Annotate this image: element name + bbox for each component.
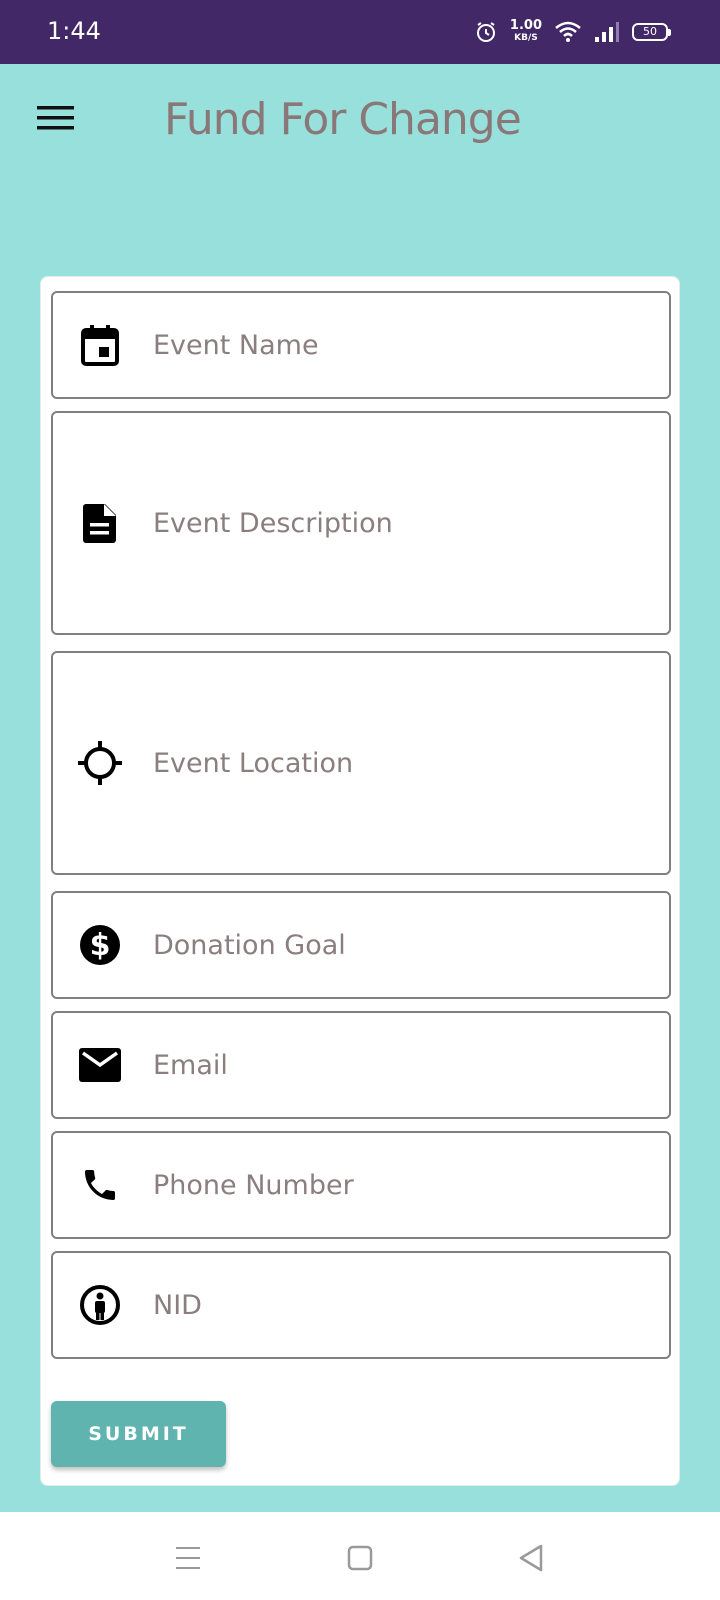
location-target-icon	[78, 741, 122, 785]
event-description-input[interactable]	[153, 507, 653, 539]
document-icon	[78, 501, 122, 545]
donation-goal-field[interactable]: $	[51, 891, 671, 999]
nid-input[interactable]	[153, 1289, 653, 1321]
phone-number-input[interactable]	[153, 1169, 653, 1201]
wifi-icon	[555, 21, 581, 42]
event-name-field[interactable]	[51, 291, 671, 399]
back-triangle-icon[interactable]	[512, 1538, 552, 1578]
submit-button[interactable]: SUBMIT	[51, 1401, 226, 1467]
hamburger-menu-icon[interactable]	[36, 102, 76, 138]
email-input[interactable]	[153, 1049, 653, 1081]
home-square-icon[interactable]	[340, 1538, 380, 1578]
nid-field[interactable]	[51, 1251, 671, 1359]
event-location-field[interactable]	[51, 651, 671, 875]
app-bar: Fund For Change	[0, 64, 720, 176]
phone-icon	[78, 1163, 122, 1207]
status-bar: 1:44 1.00 KB/S 50	[0, 0, 720, 64]
event-description-field[interactable]	[51, 411, 671, 635]
status-time: 1:44	[47, 17, 101, 45]
donation-goal-input[interactable]	[153, 929, 653, 961]
app-title: Fund For Change	[164, 94, 522, 145]
event-name-input[interactable]	[153, 329, 653, 361]
system-nav-bar	[0, 1512, 720, 1600]
calendar-icon	[78, 323, 122, 367]
network-speed: 1.00 KB/S	[509, 18, 542, 44]
battery-indicator: 50	[632, 23, 671, 41]
battery-level: 50	[643, 25, 657, 38]
status-icons: 1.00 KB/S 50	[462, 16, 671, 48]
email-icon	[78, 1043, 122, 1087]
network-speed-unit: KB/S	[514, 33, 538, 43]
recents-menu-icon[interactable]	[168, 1538, 208, 1578]
event-location-input[interactable]	[153, 747, 653, 779]
svg-text:$: $	[90, 928, 111, 963]
network-speed-value: 1.00	[509, 18, 542, 33]
dollar-icon: $	[78, 923, 122, 967]
alarm-icon	[476, 22, 495, 42]
phone-number-field[interactable]	[51, 1131, 671, 1239]
signal-icon	[595, 22, 619, 42]
event-form-card: $	[40, 276, 680, 1486]
email-field[interactable]	[51, 1011, 671, 1119]
person-info-icon	[78, 1283, 122, 1327]
